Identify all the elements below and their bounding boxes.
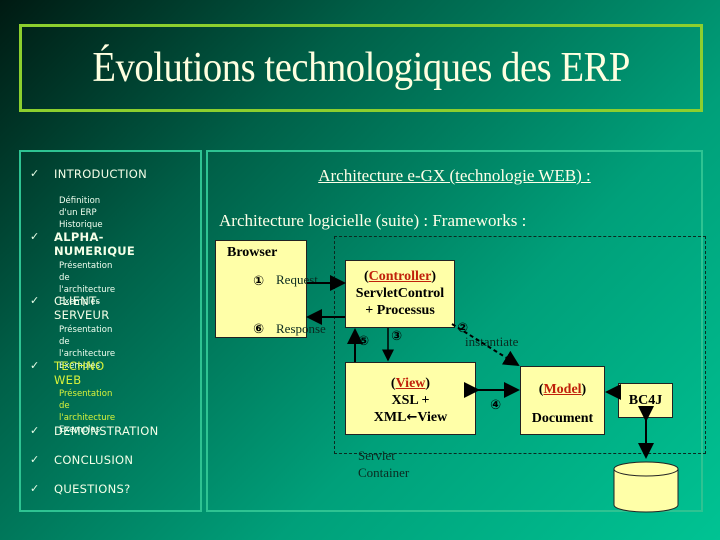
model-line1: Document <box>531 411 594 426</box>
subitem[interactable]: Présentation de l'architecture <box>59 324 115 360</box>
model-role: Model <box>543 382 582 397</box>
sidebar-item-alpha-numerique[interactable]: ALPHA-NUMERIQUE <box>54 230 135 258</box>
page-title: Évolutions technologiques des ERP <box>92 45 630 91</box>
servlet-container-label-1: Servlet <box>358 448 395 463</box>
check-icon: ✓ <box>30 424 40 437</box>
sidebar-item-techno-web[interactable]: TECHNO WEB <box>54 359 104 387</box>
servlet-container-label-2: Container <box>358 465 410 480</box>
view-role: View <box>395 376 426 391</box>
sidebar-item-questions[interactable]: QUESTIONS? <box>54 482 131 496</box>
model-box: (Model) Document <box>520 366 605 435</box>
controller-box: (Controller) ServletControl + Processus <box>345 260 455 328</box>
browser-label: Browser <box>227 245 278 260</box>
view-box: (View) XSL + XML←View <box>345 362 476 435</box>
controller-line1: ServletControl <box>355 286 445 301</box>
controller-role: Controller <box>368 269 432 284</box>
step-5-badge: ⑤ <box>358 334 370 349</box>
controller-line2: + Processus <box>365 303 435 318</box>
step-2-badge: ② <box>457 321 469 336</box>
sidebar-item-conclusion[interactable]: CONCLUSION <box>54 453 133 467</box>
check-icon: ✓ <box>30 453 40 466</box>
check-icon: ✓ <box>30 482 40 495</box>
content-panel: Architecture e-GX (technologie WEB) : Ar… <box>206 150 706 513</box>
sidebar-subitems-introduction: Définition d'un ERP Historique <box>59 195 103 231</box>
step-1-badge: ① <box>253 274 265 289</box>
step-3-badge: ③ <box>391 329 403 344</box>
view-line1: XSL + <box>391 393 430 408</box>
sidebar-agenda: ✓ INTRODUCTION Définition d'un ERP Histo… <box>19 150 202 512</box>
sidebar-item-demonstration[interactable]: DEMONSTRATION <box>54 424 159 438</box>
title-frame: Évolutions technologiques des ERP <box>19 24 703 112</box>
arrow-left-icon: ← <box>406 410 418 425</box>
response-label: Response <box>276 321 326 336</box>
check-icon: ✓ <box>30 230 40 243</box>
subitem[interactable]: Définition d'un ERP <box>59 195 103 219</box>
check-icon: ✓ <box>30 294 40 307</box>
sidebar-item-introduction[interactable]: INTRODUCTION <box>54 167 147 181</box>
check-icon: ✓ <box>30 167 40 180</box>
section-heading: Architecture e-GX (technologie WEB) : <box>318 166 591 185</box>
check-icon: ✓ <box>30 359 40 372</box>
sidebar-item-client-serveur[interactable]: CLIENT-SERVEUR <box>54 294 110 322</box>
subitem[interactable]: Présentation de l'architecture <box>59 260 115 296</box>
database-icon <box>613 461 679 513</box>
view-line2: XML←View <box>373 410 448 425</box>
subitem-active[interactable]: Présentation de l'architecture <box>59 388 115 424</box>
step-4-badge: ④ <box>490 398 502 413</box>
section-subheading: Architecture logicielle (suite) : Framew… <box>219 211 527 230</box>
instantiate-label: instantiate <box>465 334 519 349</box>
request-label: Request <box>276 272 318 287</box>
bc4j-box: BC4J <box>618 383 673 418</box>
step-6-badge: ⑥ <box>253 322 265 337</box>
